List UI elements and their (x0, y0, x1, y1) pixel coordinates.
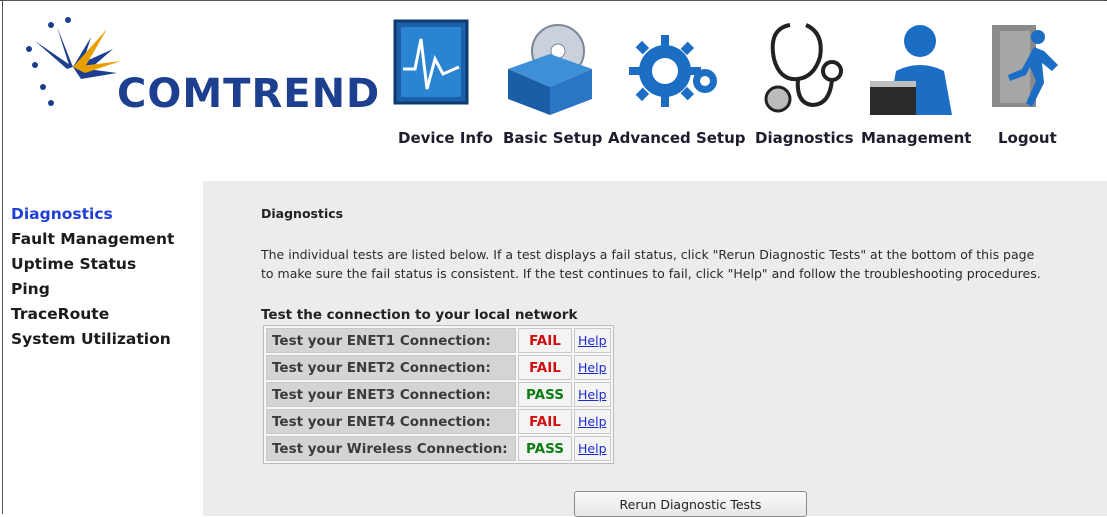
table-row: Test your ENET1 Connection: FAIL Help (266, 328, 611, 353)
test-label: Test your ENET2 Connection: (266, 355, 516, 380)
status-badge: FAIL (518, 409, 572, 434)
sidebar-item-diagnostics[interactable]: Diagnostics (11, 205, 113, 223)
nav-diagnostics[interactable]: Diagnostics (755, 129, 854, 147)
header: COMTREND Device Info Basic Setup Advance… (3, 1, 1107, 181)
stethoscope-icon[interactable] (760, 19, 850, 123)
sidebar-item-system-utilization[interactable]: System Utilization (11, 330, 171, 348)
nav-basic-setup[interactable]: Basic Setup (503, 129, 602, 147)
help-link[interactable]: Help (578, 333, 607, 348)
cd-box-icon[interactable] (500, 19, 600, 123)
nav-advanced-setup[interactable]: Advanced Setup (608, 129, 746, 147)
status-badge: FAIL (518, 355, 572, 380)
table-row: Test your ENET4 Connection: FAIL Help (266, 409, 611, 434)
sidebar-item-uptime-status[interactable]: Uptime Status (11, 255, 136, 273)
status-badge: PASS (518, 436, 572, 461)
rerun-diagnostic-tests-button[interactable]: Rerun Diagnostic Tests (574, 491, 807, 517)
person-laptop-icon[interactable] (866, 19, 966, 123)
test-label: Test your ENET4 Connection: (266, 409, 516, 434)
help-link[interactable]: Help (578, 360, 607, 375)
intro-text: The individual tests are listed below. I… (261, 247, 1041, 281)
nav-management[interactable]: Management (861, 129, 971, 147)
table-row: Test your ENET3 Connection: PASS Help (266, 382, 611, 407)
content-panel: Diagnostics The individual tests are lis… (203, 181, 1107, 517)
nav-logout[interactable]: Logout (998, 129, 1057, 147)
section-title: Test the connection to your local networ… (261, 307, 578, 323)
running-exit-icon[interactable] (986, 19, 1066, 123)
brand-name: COMTREND (117, 71, 381, 117)
table-row: Test your Wireless Connection: PASS Help (266, 436, 611, 461)
monitor-graph-icon[interactable] (393, 19, 471, 113)
table-row: Test your ENET2 Connection: FAIL Help (266, 355, 611, 380)
page-title: Diagnostics (261, 206, 344, 221)
test-results-table: Test your ENET1 Connection: FAIL Help Te… (263, 325, 614, 464)
help-link[interactable]: Help (578, 441, 607, 456)
test-label: Test your Wireless Connection: (266, 436, 516, 461)
test-label: Test your ENET3 Connection: (266, 382, 516, 407)
help-link[interactable]: Help (578, 387, 607, 402)
sidebar-item-ping[interactable]: Ping (11, 280, 50, 298)
status-badge: FAIL (518, 328, 572, 353)
nav-device-info[interactable]: Device Info (398, 129, 493, 147)
status-badge: PASS (518, 382, 572, 407)
help-link[interactable]: Help (578, 414, 607, 429)
gears-icon[interactable] (623, 19, 723, 123)
sidebar-item-traceroute[interactable]: TraceRoute (11, 305, 109, 323)
sidebar: Diagnostics Fault Management Uptime Stat… (3, 181, 203, 516)
sidebar-item-fault-management[interactable]: Fault Management (11, 230, 174, 248)
test-label: Test your ENET1 Connection: (266, 328, 516, 353)
sunburst-logo-icon (26, 17, 121, 106)
